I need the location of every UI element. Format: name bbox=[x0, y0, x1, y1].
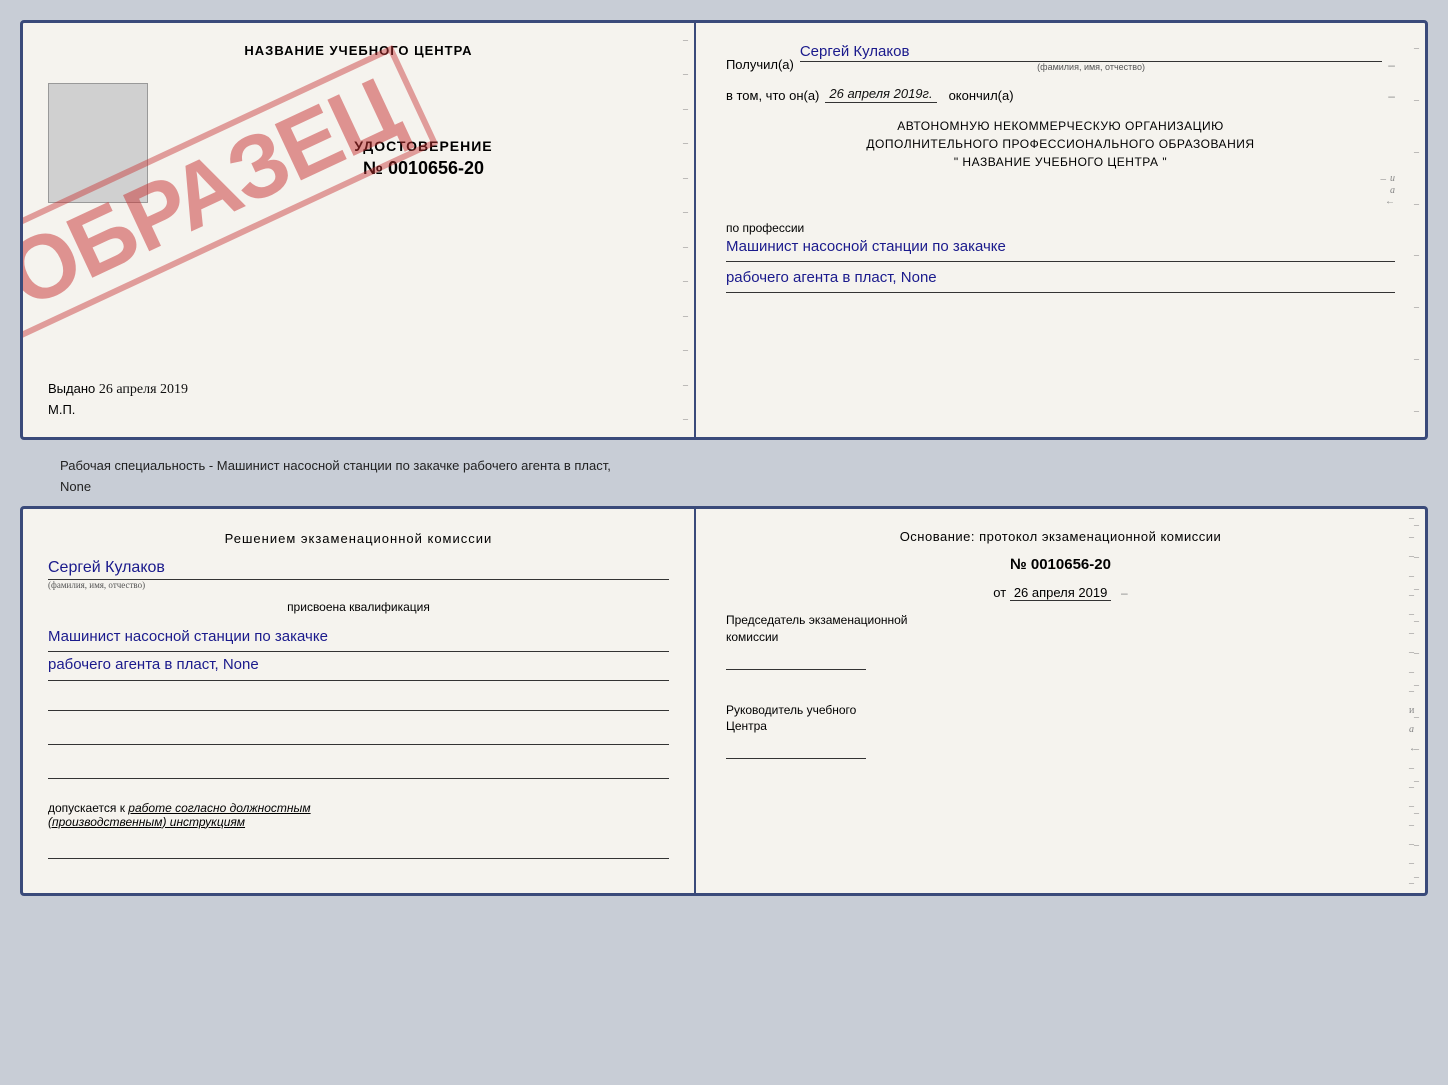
и-label: и bbox=[1390, 173, 1395, 185]
resheniem-text: Решением экзаменационной комиссии bbox=[48, 529, 669, 549]
cert-number-top: № 0010656-20 bbox=[363, 158, 484, 178]
ruk-sig-line bbox=[726, 743, 866, 759]
udostoverenie-label: УДОСТОВЕРЕНИЕ bbox=[178, 138, 669, 154]
vydano-line: Выдано 26 апреля 2019 bbox=[48, 371, 669, 398]
dash-org-i: – bbox=[1380, 173, 1386, 185]
poluchil-name: Сергей Кулаков bbox=[800, 43, 1382, 62]
predsedatel-label: Председатель экзаменационной bbox=[726, 612, 1395, 629]
okonchil-label: окончил(а) bbox=[949, 88, 1014, 103]
sig-line-3 bbox=[48, 763, 669, 779]
ruk-label: Руководитель учебного bbox=[726, 702, 1395, 719]
org-line3: " НАЗВАНИЕ УЧЕБНОГО ЦЕНТРА " bbox=[726, 153, 1395, 171]
ruk-label2: Центра bbox=[726, 718, 1395, 735]
cert-right: Получил(a) Сергей Кулаков (фамилия, имя,… bbox=[696, 23, 1425, 437]
dopuskaetsya-block: допускается к работе согласно должностны… bbox=[48, 801, 669, 829]
cert-bottom-left: Решением экзаменационной комиссии Сергей… bbox=[23, 509, 696, 893]
qualification-value-1: Машинист насосной станции по закачке bbox=[48, 624, 669, 653]
profession-label: по профессии bbox=[726, 221, 1395, 235]
profession-value-1: Машинист насосной станции по закачке bbox=[726, 235, 1395, 262]
ruk-block: Руководитель учебного Центра bbox=[726, 702, 1395, 764]
dopuskaetsya-value2: (производственным) инструкциям bbox=[48, 815, 669, 829]
vydano-date: 26 апреля 2019 bbox=[99, 382, 188, 397]
bottom-right-border-dashes: – – – – – – – – – – и а ← – – – – – – – bbox=[1409, 509, 1419, 893]
predsedatel-label2: комиссии bbox=[726, 629, 1395, 646]
org-block: АВТОНОМНУЮ НЕКОММЕРЧЕСКУЮ ОРГАНИЗАЦИЮ ДО… bbox=[726, 117, 1395, 207]
org-line1: АВТОНОМНУЮ НЕКОММЕРЧЕСКУЮ ОРГАНИЗАЦИЮ bbox=[726, 117, 1395, 135]
qualification-value-2: рабочего агента в пласт, None bbox=[48, 652, 669, 681]
bottom-name: Сергей Кулаков bbox=[48, 559, 669, 580]
udostoverenie-block: УДОСТОВЕРЕНИЕ № 0010656-20 bbox=[178, 138, 669, 179]
profession-value-2: рабочего агента в пласт, None bbox=[726, 266, 1395, 293]
dash-date: – bbox=[1121, 586, 1128, 600]
mp-line: М.П. bbox=[48, 402, 669, 417]
vtom-row: в том, что он(а) 26 апреля 2019г. окончи… bbox=[726, 86, 1395, 103]
cert-left: НАЗВАНИЕ УЧЕБНОГО ЦЕНТРА ОБРАЗЕЦ УДОСТОВ… bbox=[23, 23, 696, 437]
org-line2: ДОПОЛНИТЕЛЬНОГО ПРОФЕССИОНАЛЬНОГО ОБРАЗО… bbox=[726, 135, 1395, 153]
vtom-label: в том, что он(а) bbox=[726, 88, 819, 103]
profession-block: по профессии Машинист насосной станции п… bbox=[726, 221, 1395, 293]
right-border-dashes: – – – – – – – – bbox=[1414, 23, 1419, 437]
bottom-label-text2: None bbox=[40, 479, 1408, 494]
certificate-top: НАЗВАНИЕ УЧЕБНОГО ЦЕНТРА ОБРАЗЕЦ УДОСТОВ… bbox=[20, 20, 1428, 440]
bottom-name-hint: (фамилия, имя, отчество) bbox=[48, 580, 669, 590]
vydano-label: Выдано bbox=[48, 381, 95, 396]
osnovaniye-text: Основание: протокол экзаменационной коми… bbox=[726, 529, 1395, 544]
dash-2: – bbox=[1388, 89, 1395, 103]
a-label: а bbox=[1390, 185, 1395, 196]
left-arrow: ← bbox=[1385, 196, 1395, 207]
protokol-number: № 0010656-20 bbox=[726, 556, 1395, 573]
certificate-bottom: Решением экзаменационной комиссии Сергей… bbox=[20, 506, 1428, 896]
cert-bottom-right: Основание: протокол экзаменационной коми… bbox=[696, 509, 1425, 893]
sig-line-2 bbox=[48, 729, 669, 745]
dopuskaetsya-label: допускается к bbox=[48, 801, 125, 815]
photo-placeholder bbox=[48, 83, 148, 203]
vtom-date: 26 апреля 2019г. bbox=[825, 86, 936, 103]
bottom-name-block: Сергей Кулаков (фамилия, имя, отчество) bbox=[48, 559, 669, 590]
sig-line-1 bbox=[48, 695, 669, 711]
protokol-date: от 26 апреля 2019 – bbox=[726, 585, 1395, 600]
dopuskaetsya-value: работе согласно должностным bbox=[128, 801, 310, 815]
qualification-block: Машинист насосной станции по закачке раб… bbox=[48, 624, 669, 681]
poluchil-row: Получил(a) Сергей Кулаков (фамилия, имя,… bbox=[726, 43, 1395, 72]
cert-title: НАЗВАНИЕ УЧЕБНОГО ЦЕНТРА bbox=[48, 43, 669, 58]
sig-line-4 bbox=[48, 843, 669, 859]
predsedatel-sig-line bbox=[726, 654, 866, 670]
prisvoena-text: присвоена квалификация bbox=[48, 600, 669, 614]
date-prefix: от bbox=[993, 585, 1006, 600]
page-container: НАЗВАНИЕ УЧЕБНОГО ЦЕНТРА ОБРАЗЕЦ УДОСТОВ… bbox=[20, 20, 1428, 896]
predsedatel-block: Председатель экзаменационной комиссии bbox=[726, 612, 1395, 674]
poluchil-label: Получил(a) bbox=[726, 57, 794, 72]
bottom-label: Рабочая специальность - Машинист насосно… bbox=[20, 448, 1428, 498]
bottom-label-text: Рабочая специальность - Машинист насосно… bbox=[40, 452, 1408, 479]
poluchil-hint: (фамилия, имя, отчество) bbox=[800, 62, 1382, 72]
dash-1: – bbox=[1388, 58, 1395, 72]
left-border-dashes: – – – – – – – – – – – – bbox=[683, 23, 688, 437]
protokol-date-value: 26 апреля 2019 bbox=[1010, 585, 1112, 601]
